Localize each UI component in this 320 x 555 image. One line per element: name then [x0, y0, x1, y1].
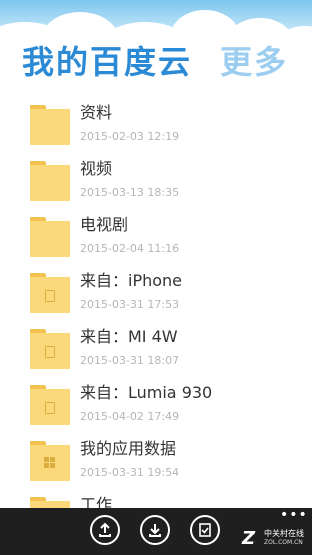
select-button[interactable] [190, 515, 220, 545]
folder-date: 2015-03-31 17:53 [80, 298, 180, 311]
more-options-button[interactable]: ••• [280, 508, 308, 522]
device-folder-icon [30, 329, 70, 369]
folder-name: 资料 [80, 103, 113, 122]
header: 我的百度云 更多 [0, 38, 312, 88]
folder-item[interactable]: 来自：iPhone 2015-03-31 17:53 [0, 268, 312, 324]
watermark-logo: Z [242, 528, 256, 549]
folder-date: 2015-03-13 18:35 [80, 186, 180, 199]
device-folder-icon [30, 385, 70, 425]
folder-date: 2015-02-04 11:16 [80, 242, 180, 255]
folder-icon [30, 217, 70, 257]
folder-date: 2015-02-03 12:19 [80, 130, 180, 143]
folder-item[interactable]: 来自：MI 4W 2015-03-31 18:07 [0, 324, 312, 380]
watermark-cn: 中关村在线 [264, 529, 304, 538]
folder-date: 2015-03-31 18:07 [80, 354, 180, 367]
folder-item[interactable]: 我的应用数据 2015-03-31 19:54 [0, 436, 312, 492]
folder-name: 电视剧 [80, 215, 129, 234]
upload-icon [99, 522, 111, 537]
folder-item[interactable]: 来自：Lumia 930 2015-04-02 17:49 [0, 380, 312, 436]
folder-icon [30, 161, 70, 201]
folder-icon [30, 105, 70, 145]
folder-date: 2015-03-31 19:54 [80, 466, 180, 479]
folder-name: 视频 [80, 159, 113, 178]
watermark: Z 中关村在线 ZOL.COM.CN [242, 528, 308, 550]
upload-button[interactable] [90, 515, 120, 545]
folder-name: 来自：iPhone [80, 271, 183, 290]
folder-item[interactable]: 电视剧 2015-02-04 11:16 [0, 212, 312, 268]
folder-name: 来自：MI 4W [80, 327, 178, 346]
download-icon [149, 524, 161, 537]
folder-list: 资料 2015-02-03 12:19 视频 2015-03-13 18:35 … [0, 100, 312, 510]
folder-name: 来自：Lumia 930 [80, 383, 213, 402]
pivot-more[interactable]: 更多 [220, 38, 288, 86]
download-button[interactable] [140, 515, 170, 545]
folder-date: 2015-04-02 17:49 [80, 410, 180, 423]
device-folder-icon [30, 273, 70, 313]
app-data-folder-icon [30, 441, 70, 481]
folder-name: 我的应用数据 [80, 439, 177, 458]
select-icon [199, 523, 211, 537]
page-title: 我的百度云 [22, 43, 193, 81]
folder-item[interactable]: 视频 2015-03-13 18:35 [0, 156, 312, 212]
watermark-en: ZOL.COM.CN [264, 539, 303, 546]
folder-item[interactable]: 资料 2015-02-03 12:19 [0, 100, 312, 156]
app-bar: ••• Z 中关村在线 ZOL.COM.CN [0, 508, 312, 555]
